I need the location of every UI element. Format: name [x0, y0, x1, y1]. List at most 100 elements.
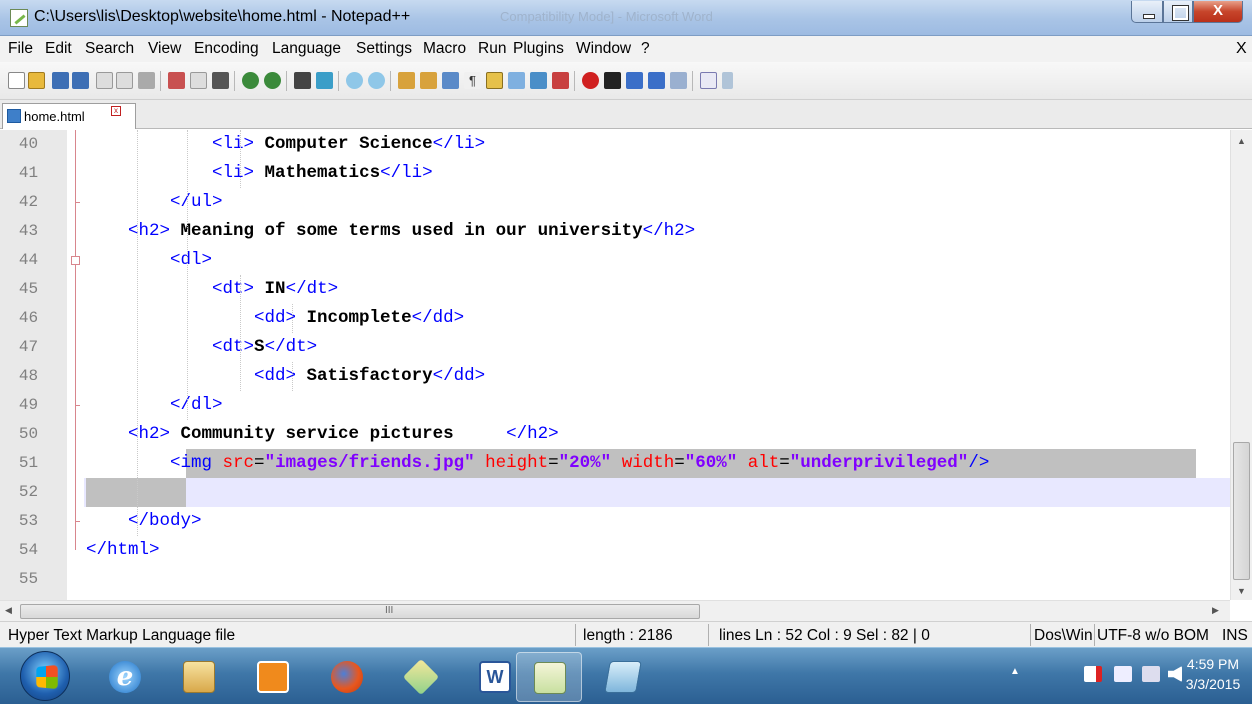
playback-icon[interactable] [626, 72, 643, 89]
code-editor[interactable]: 40 <li> Computer Science</li> 41 <li> Mat… [0, 130, 1252, 600]
taskbar-notepad-plus-plus[interactable] [516, 652, 582, 702]
menu-macro[interactable]: Macro [423, 40, 466, 58]
menu-help[interactable]: ? [641, 40, 650, 58]
save-all-icon[interactable] [72, 72, 89, 89]
code-line[interactable]: 55 [0, 565, 1230, 594]
line-number: 41 [18, 164, 39, 182]
word-wrap-icon[interactable] [442, 72, 459, 89]
indent-guide [240, 275, 241, 391]
scroll-right-arrow-icon[interactable]: ▶ [1212, 605, 1219, 616]
tab-label: home.html [24, 109, 85, 124]
undo-icon[interactable] [242, 72, 259, 89]
menu-language[interactable]: Language [272, 40, 341, 58]
redo-icon[interactable] [264, 72, 281, 89]
run-macro-multiple-icon[interactable] [648, 72, 665, 89]
taskbar-folder-sync[interactable] [388, 652, 454, 702]
code-line[interactable]: 43 <h2> Meaning of some terms used in ou… [0, 217, 1230, 246]
close-all-icon[interactable] [116, 72, 133, 89]
stop-recording-icon[interactable] [604, 72, 621, 89]
code-text: </html> [86, 540, 160, 560]
minimize-button[interactable] [1131, 1, 1163, 23]
code-line[interactable]: 44 <dl> [0, 246, 1230, 275]
code-text: </body> [128, 511, 202, 531]
indent-guide-icon[interactable] [486, 72, 503, 89]
function-list-icon[interactable] [530, 72, 547, 89]
tab-close-icon[interactable]: x [111, 106, 121, 116]
code-line[interactable]: 51 <img src="images/friends.jpg" height=… [0, 449, 1230, 478]
menu-search[interactable]: Search [85, 40, 134, 58]
vertical-scrollbar[interactable]: ▲ ▼ [1230, 130, 1252, 600]
taskbar-internet-explorer[interactable]: e [92, 652, 158, 702]
menu-plugins[interactable]: Plugins [513, 40, 564, 58]
plugin-icon[interactable] [722, 72, 733, 89]
taskbar-media-player[interactable] [240, 652, 306, 702]
line-number: 42 [18, 193, 39, 211]
action-center-icon[interactable] [1084, 666, 1102, 682]
horizontal-scrollbar[interactable]: ◀ III ▶ [0, 600, 1230, 621]
menu-window[interactable]: Window [576, 40, 631, 58]
find-icon[interactable] [294, 72, 311, 89]
removable-device-icon[interactable] [1114, 666, 1132, 682]
taskbar-notepad[interactable] [590, 652, 656, 702]
code-line[interactable]: 42 </ul> [0, 188, 1230, 217]
show-hidden-icons-arrow-icon[interactable]: ▲ [1010, 666, 1020, 677]
network-icon[interactable] [1142, 666, 1160, 682]
cut-icon[interactable] [168, 72, 185, 89]
show-all-characters-icon[interactable]: ¶ [464, 72, 481, 89]
code-text: <h2> Meaning of some terms used in our u… [128, 221, 696, 241]
code-line[interactable]: 52 [0, 478, 1230, 507]
code-line[interactable]: 48 <dd> Satisfactory</dd> [0, 362, 1230, 391]
spell-check-icon[interactable] [700, 72, 717, 89]
close-button[interactable]: X [1193, 1, 1243, 23]
start-button[interactable] [20, 651, 70, 701]
zoom-out-icon[interactable] [368, 72, 385, 89]
document-map-icon[interactable] [508, 72, 525, 89]
code-line[interactable]: 47 <dt>S</dt> [0, 333, 1230, 362]
vertical-scroll-thumb[interactable] [1233, 442, 1250, 580]
taskbar-firefox[interactable] [314, 652, 380, 702]
notepad-plus-plus-icon[interactable] [10, 9, 28, 27]
menu-settings[interactable]: Settings [356, 40, 412, 58]
tab-home-html[interactable]: home.html x [2, 103, 136, 129]
copy-icon[interactable] [190, 72, 207, 89]
save-macro-icon[interactable] [670, 72, 687, 89]
code-line[interactable]: 40 <li> Computer Science</li> [0, 130, 1230, 159]
code-line[interactable]: 54 </html> [0, 536, 1230, 565]
taskbar-file-explorer[interactable] [166, 652, 232, 702]
code-line[interactable]: 41 <li> Mathematics</li> [0, 159, 1230, 188]
maximize-button[interactable] [1163, 1, 1193, 23]
new-file-icon[interactable] [8, 72, 25, 89]
save-icon[interactable] [52, 72, 69, 89]
folder-as-workspace-icon[interactable] [552, 72, 569, 89]
scroll-left-arrow-icon[interactable]: ◀ [5, 605, 12, 616]
menu-edit[interactable]: Edit [45, 40, 72, 58]
code-line[interactable]: 49 </dl> [0, 391, 1230, 420]
menu-view[interactable]: View [148, 40, 181, 58]
code-line[interactable]: 53 </body> [0, 507, 1230, 536]
encoding-status[interactable]: UTF-8 w/o BOM [1097, 627, 1219, 645]
fold-toggle-icon[interactable] [71, 256, 80, 265]
print-icon[interactable] [138, 72, 155, 89]
sync-horizontal-icon[interactable] [420, 72, 437, 89]
close-file-icon[interactable] [96, 72, 113, 89]
sync-vertical-icon[interactable] [398, 72, 415, 89]
open-file-icon[interactable] [28, 72, 45, 89]
code-line[interactable]: 50 <h2> Community service pictures </h2> [0, 420, 1230, 449]
replace-icon[interactable] [316, 72, 333, 89]
record-macro-icon[interactable] [582, 72, 599, 89]
menu-run[interactable]: Run [478, 40, 506, 58]
close-document-button[interactable]: X [1236, 40, 1247, 58]
horizontal-scroll-thumb[interactable]: III [20, 604, 700, 619]
scroll-up-arrow-icon[interactable]: ▲ [1237, 136, 1246, 146]
code-line[interactable]: 45 <dt> IN</dt> [0, 275, 1230, 304]
scroll-down-arrow-icon[interactable]: ▼ [1237, 586, 1246, 596]
status-separator [1030, 624, 1031, 646]
menu-encoding[interactable]: Encoding [194, 40, 259, 58]
code-line[interactable]: 46 <dd> Incomplete</dd> [0, 304, 1230, 333]
eol-status[interactable]: Dos\Windows [1034, 627, 1092, 645]
menu-file[interactable]: File [8, 40, 33, 58]
zoom-in-icon[interactable] [346, 72, 363, 89]
paste-icon[interactable] [212, 72, 229, 89]
system-clock[interactable]: 4:59 PM 3/3/2015 [1180, 654, 1246, 694]
firefox-icon [331, 661, 363, 693]
